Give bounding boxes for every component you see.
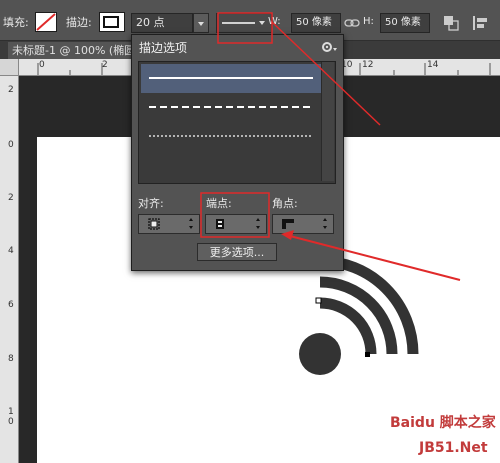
- ruler-tick-v: 4: [8, 246, 14, 256]
- watermark-url: JB51.Net: [419, 440, 488, 456]
- stroke-type-dropdown[interactable]: [216, 13, 272, 33]
- path-alignment-icon: [473, 16, 487, 30]
- link-dimensions-button[interactable]: [343, 14, 361, 32]
- chevron-down-icon: [198, 22, 204, 26]
- corner-miter-icon: [282, 218, 327, 229]
- align-dropdown[interactable]: [138, 214, 200, 234]
- dashed-line-icon: [149, 106, 313, 108]
- watermark-site: Baidu 脚本之家: [390, 415, 496, 431]
- fill-label: 填充:: [3, 16, 29, 29]
- dotted-line-icon: [149, 135, 313, 137]
- height-field[interactable]: 50 像素: [380, 13, 430, 33]
- panel-settings-button[interactable]: [320, 40, 338, 54]
- solid-line-icon: [149, 77, 313, 79]
- line-style-solid[interactable]: [141, 64, 322, 93]
- align-inside-icon: [148, 218, 193, 230]
- stroke-swatch[interactable]: [99, 12, 125, 32]
- fill-swatch[interactable]: [35, 12, 57, 32]
- path-operations-icon: [444, 16, 459, 31]
- line-style-dashed[interactable]: [141, 93, 322, 122]
- panel-title: 描边选项: [139, 41, 188, 55]
- more-options-button[interactable]: 更多选项...: [197, 243, 277, 261]
- line-style-scrollbar[interactable]: [321, 62, 334, 181]
- ruler-tick-v: 0: [8, 140, 14, 150]
- stroke-type-icon: [222, 21, 265, 25]
- ruler-tick-v: 1 0: [8, 407, 14, 427]
- path-alignment-button[interactable]: [469, 13, 493, 33]
- ruler-tick-v: 2: [8, 85, 14, 95]
- path-operations-button[interactable]: [441, 13, 461, 33]
- caps-dropdown[interactable]: [205, 214, 267, 234]
- line-style-dotted[interactable]: [141, 122, 322, 151]
- ruler-tick-v: 6: [8, 300, 14, 310]
- corners-label: 角点:: [272, 197, 298, 210]
- height-label: H:: [363, 16, 374, 27]
- stroke-label: 描边:: [66, 16, 92, 29]
- ruler-tick-v: 8: [8, 354, 14, 364]
- stroke-width-field[interactable]: 20 点: [131, 13, 193, 33]
- stroke-width-dropdown[interactable]: [193, 13, 209, 33]
- gear-icon: [322, 42, 337, 52]
- caps-label: 端点:: [206, 197, 232, 210]
- align-label: 对齐:: [138, 197, 164, 210]
- chain-link-icon: [344, 19, 360, 27]
- cap-butt-icon: [216, 218, 260, 229]
- stroke-color-icon: [103, 16, 119, 28]
- no-fill-icon: [36, 13, 56, 31]
- width-label: W:: [268, 16, 281, 27]
- ruler-tick-v: 2: [8, 193, 14, 203]
- vertical-ruler[interactable]: [0, 59, 19, 463]
- width-field[interactable]: 50 像素: [291, 13, 341, 33]
- line-style-list: [138, 61, 336, 184]
- ruler-origin[interactable]: [0, 59, 19, 76]
- corners-dropdown[interactable]: [272, 214, 334, 234]
